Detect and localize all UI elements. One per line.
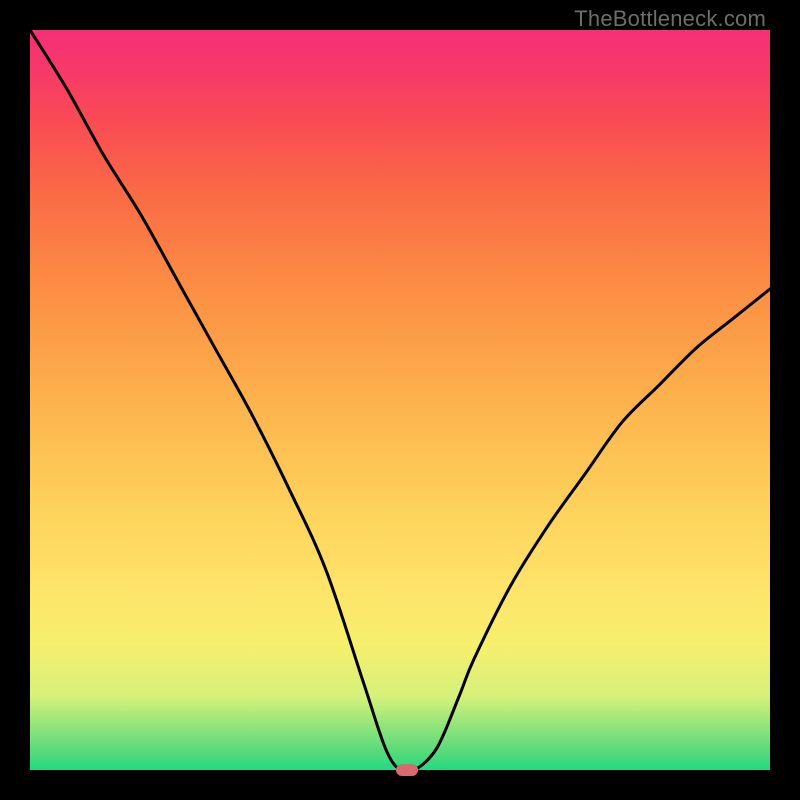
watermark-text: TheBottleneck.com bbox=[574, 6, 766, 32]
chart-frame: TheBottleneck.com bbox=[0, 0, 800, 800]
bottleneck-curve bbox=[30, 30, 770, 770]
optimal-marker bbox=[396, 764, 418, 776]
plot-area bbox=[30, 30, 770, 770]
